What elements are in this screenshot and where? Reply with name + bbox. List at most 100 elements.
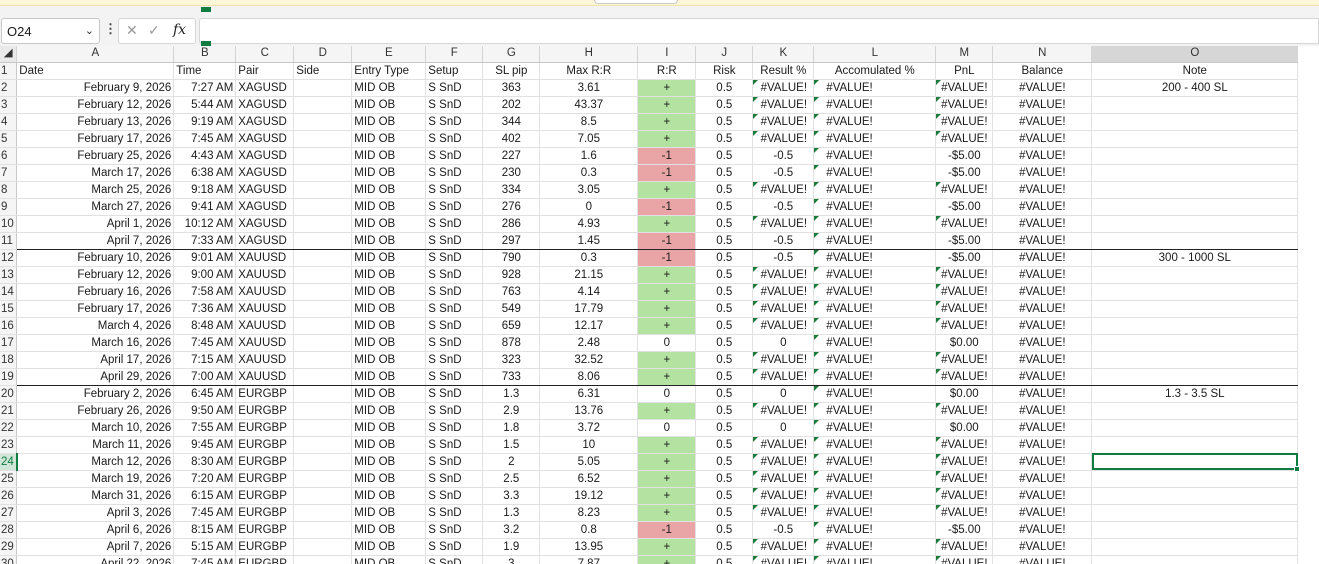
- note-cell[interactable]: [1091, 283, 1299, 301]
- balance-cell[interactable]: #VALUE!: [992, 470, 1093, 488]
- result-cell[interactable]: -0.5: [752, 521, 815, 539]
- pair-cell[interactable]: EURGBP: [235, 555, 295, 564]
- sl-pip-cell[interactable]: 363: [482, 79, 541, 97]
- entry-type-cell[interactable]: MID OB: [351, 538, 427, 556]
- header-accumulated[interactable]: Accomulated %: [813, 62, 937, 80]
- accumulated-cell[interactable]: #VALUE!: [813, 300, 937, 318]
- pnl-cell[interactable]: $0.00: [935, 334, 994, 352]
- time-cell[interactable]: 9:19 AM: [173, 113, 237, 131]
- pnl-cell[interactable]: #VALUE!: [935, 79, 994, 97]
- date-cell[interactable]: February 12, 2026: [16, 266, 175, 284]
- rr-cell[interactable]: +: [637, 113, 697, 131]
- side-cell[interactable]: [293, 79, 353, 97]
- entry-type-cell[interactable]: MID OB: [351, 164, 427, 182]
- note-cell[interactable]: [1091, 504, 1299, 522]
- accumulated-cell[interactable]: #VALUE!: [813, 79, 937, 97]
- row-header[interactable]: 7: [0, 164, 18, 182]
- side-cell[interactable]: [293, 470, 353, 488]
- rr-cell[interactable]: +: [637, 79, 697, 97]
- side-cell[interactable]: [293, 147, 353, 165]
- result-cell[interactable]: #VALUE!: [752, 96, 815, 114]
- result-cell[interactable]: #VALUE!: [752, 470, 815, 488]
- max-rr-cell[interactable]: 7.05: [539, 130, 639, 148]
- pair-cell[interactable]: EURGBP: [235, 419, 295, 437]
- side-cell[interactable]: [293, 436, 353, 454]
- setup-cell[interactable]: S SnD: [425, 555, 484, 564]
- rr-cell[interactable]: +: [637, 96, 697, 114]
- date-cell[interactable]: April 7, 2026: [16, 232, 175, 250]
- date-cell[interactable]: April 22, 2026: [16, 555, 175, 564]
- entry-type-cell[interactable]: MID OB: [351, 300, 427, 318]
- side-cell[interactable]: [293, 300, 353, 318]
- sl-pip-cell[interactable]: 323: [482, 351, 541, 369]
- fill-handle[interactable]: [1293, 466, 1300, 472]
- sl-pip-cell[interactable]: 790: [482, 249, 541, 267]
- side-cell[interactable]: [293, 487, 353, 505]
- side-cell[interactable]: [293, 232, 353, 250]
- header-rr[interactable]: R:R: [637, 62, 697, 80]
- pair-cell[interactable]: XAUUSD: [235, 300, 295, 318]
- setup-cell[interactable]: S SnD: [425, 249, 484, 267]
- pnl-cell[interactable]: #VALUE!: [935, 504, 994, 522]
- side-cell[interactable]: [293, 283, 353, 301]
- time-cell[interactable]: 8:15 AM: [173, 521, 237, 539]
- max-rr-cell[interactable]: 13.95: [539, 538, 639, 556]
- formula-input[interactable]: [199, 18, 1319, 44]
- row-header[interactable]: 6: [0, 147, 18, 165]
- time-cell[interactable]: 5:15 AM: [173, 538, 237, 556]
- rr-cell[interactable]: -1: [637, 198, 697, 216]
- balance-cell[interactable]: #VALUE!: [992, 521, 1093, 539]
- pair-cell[interactable]: EURGBP: [235, 402, 295, 420]
- balance-cell[interactable]: #VALUE!: [992, 266, 1093, 284]
- name-box[interactable]: O24 ⌄: [1, 18, 100, 44]
- date-cell[interactable]: March 16, 2026: [16, 334, 175, 352]
- pair-cell[interactable]: XAUUSD: [235, 266, 295, 284]
- risk-cell[interactable]: 0.5: [695, 266, 754, 284]
- balance-cell[interactable]: #VALUE!: [992, 249, 1093, 267]
- side-cell[interactable]: [293, 266, 353, 284]
- result-cell[interactable]: #VALUE!: [752, 283, 815, 301]
- date-cell[interactable]: April 7, 2026: [16, 538, 175, 556]
- result-cell[interactable]: #VALUE!: [752, 113, 815, 131]
- sl-pip-cell[interactable]: 928: [482, 266, 541, 284]
- column-header[interactable]: O: [1091, 46, 1299, 63]
- time-cell[interactable]: 6:45 AM: [173, 385, 237, 403]
- side-cell[interactable]: [293, 351, 353, 369]
- risk-cell[interactable]: 0.5: [695, 368, 754, 386]
- note-cell[interactable]: [1091, 487, 1299, 505]
- accumulated-cell[interactable]: #VALUE!: [813, 453, 937, 471]
- rr-cell[interactable]: +: [637, 368, 697, 386]
- note-cell[interactable]: [1091, 555, 1299, 564]
- time-cell[interactable]: 4:43 AM: [173, 147, 237, 165]
- pnl-cell[interactable]: #VALUE!: [935, 283, 994, 301]
- max-rr-cell[interactable]: 6.31: [539, 385, 639, 403]
- setup-cell[interactable]: S SnD: [425, 334, 484, 352]
- column-header[interactable]: F: [425, 46, 484, 63]
- side-cell[interactable]: [293, 164, 353, 182]
- date-cell[interactable]: March 11, 2026: [16, 436, 175, 454]
- sl-pip-cell[interactable]: 2.9: [482, 402, 541, 420]
- row-header[interactable]: 3: [0, 96, 18, 114]
- accumulated-cell[interactable]: #VALUE!: [813, 266, 937, 284]
- accumulated-cell[interactable]: #VALUE!: [813, 113, 937, 131]
- risk-cell[interactable]: 0.5: [695, 113, 754, 131]
- note-cell[interactable]: [1091, 521, 1299, 539]
- pnl-cell[interactable]: #VALUE!: [935, 470, 994, 488]
- date-cell[interactable]: February 17, 2026: [16, 300, 175, 318]
- balance-cell[interactable]: #VALUE!: [992, 334, 1093, 352]
- pair-cell[interactable]: XAUUSD: [235, 368, 295, 386]
- pair-cell[interactable]: XAGUSD: [235, 164, 295, 182]
- result-cell[interactable]: #VALUE!: [752, 79, 815, 97]
- balance-cell[interactable]: #VALUE!: [992, 504, 1093, 522]
- risk-cell[interactable]: 0.5: [695, 147, 754, 165]
- time-cell[interactable]: 7:45 AM: [173, 334, 237, 352]
- pnl-cell[interactable]: -$5.00: [935, 198, 994, 216]
- risk-cell[interactable]: 0.5: [695, 334, 754, 352]
- time-cell[interactable]: 7:45 AM: [173, 504, 237, 522]
- accumulated-cell[interactable]: #VALUE!: [813, 181, 937, 199]
- setup-cell[interactable]: S SnD: [425, 436, 484, 454]
- risk-cell[interactable]: 0.5: [695, 300, 754, 318]
- sl-pip-cell[interactable]: 286: [482, 215, 541, 233]
- row-header[interactable]: 29: [0, 538, 18, 556]
- header-sl-pip[interactable]: SL pip: [482, 62, 541, 80]
